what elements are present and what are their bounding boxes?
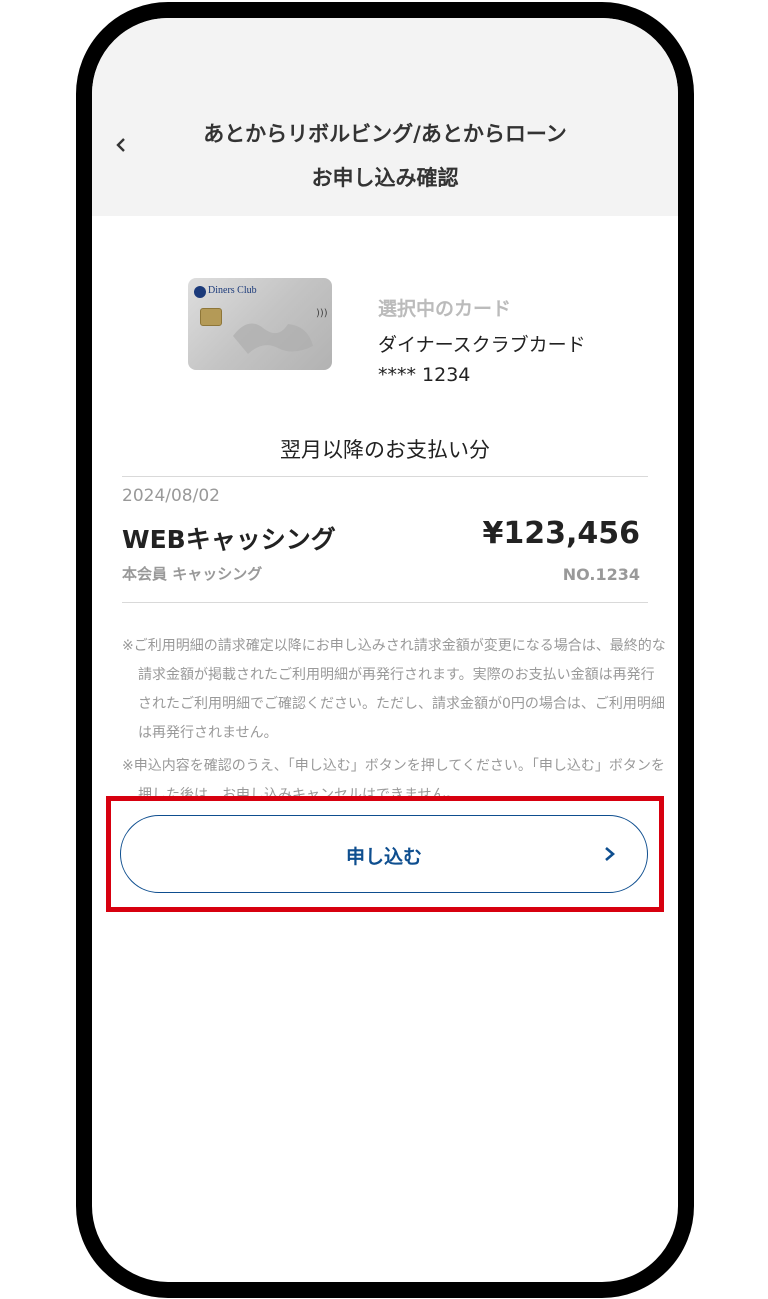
card-number: **** 1234 bbox=[378, 364, 471, 386]
chevron-right-icon bbox=[605, 847, 615, 861]
transaction-date: 2024/08/02 bbox=[122, 486, 220, 506]
transaction-number: NO.1234 bbox=[562, 565, 640, 584]
world-map-icon bbox=[233, 323, 313, 354]
transaction-name: WEBキャッシング bbox=[122, 525, 336, 554]
card-name: ダイナースクラブカード bbox=[378, 334, 586, 356]
divider bbox=[122, 476, 648, 477]
apply-button-label: 申し込む bbox=[345, 846, 422, 868]
header: あとからリボルビング/あとからローン お申し込み確認 bbox=[92, 18, 678, 216]
phone-frame: あとからリボルビング/あとからローン お申し込み確認 Diners Club )… bbox=[76, 2, 694, 1298]
page-title-line1: あとからリボルビング/あとからローン bbox=[203, 122, 567, 146]
transaction-type: 本会員 キャッシング bbox=[122, 565, 263, 583]
chip-icon bbox=[200, 308, 222, 326]
card-brand-text: Diners Club bbox=[208, 285, 257, 296]
apply-button[interactable]: 申し込む bbox=[120, 815, 648, 893]
note-statement: ※ご利用明細の請求確定以降にお申し込みされ請求金額が変更になる場合は、最終的な請… bbox=[122, 638, 666, 741]
diners-logo-icon bbox=[194, 286, 206, 298]
divider bbox=[122, 602, 648, 603]
page-title-line2: お申し込み確認 bbox=[311, 166, 459, 190]
selected-card-label: 選択中のカード bbox=[378, 298, 512, 320]
credit-card-image: Diners Club ))) bbox=[188, 278, 332, 370]
transaction-amount: ¥123,456 bbox=[482, 516, 640, 551]
section-title: 翌月以降のお支払い分 bbox=[280, 438, 490, 462]
